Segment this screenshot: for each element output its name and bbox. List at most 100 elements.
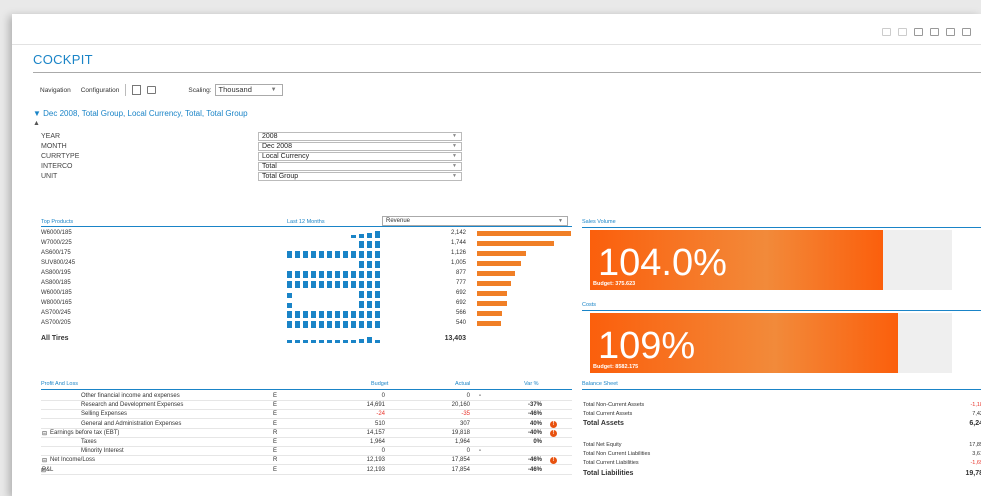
product-row[interactable]: AS600/175 1,126 [41,249,572,258]
trend-bar [351,340,356,343]
product-name: AS600/175 [41,250,71,256]
fullscreen-icon[interactable] [946,28,955,36]
pl-actual: 19,818 [451,429,470,436]
sales-volume-budget: Budget: 375.623 [593,281,636,287]
trend-bar [303,340,308,343]
filter-row: YEAR 2008 ▼ [41,131,462,141]
trend-bar [367,241,372,248]
scaling-select[interactable]: Thousand ▼ [214,84,283,96]
filter-select[interactable]: Dec 2008 ▼ [258,141,462,151]
pl-var: -46% [527,466,542,473]
pl-row[interactable]: Selling Expenses E -24 -35 -46% [41,410,572,420]
pl-type: E [273,439,278,445]
measure-select[interactable]: Revenue ▼ [382,216,568,226]
balance-row[interactable]: Total Assets 6,24 [583,419,981,428]
pl-label: Minority Interest [81,448,124,455]
product-row[interactable]: AS800/195 877 [41,269,572,278]
trend-bar [319,340,324,343]
balance-row[interactable]: Total Current Liabilities -1,69 [583,459,981,468]
pl-col-actual: Actual [455,381,471,387]
pl-row[interactable]: General and Administration Expenses E 51… [41,420,572,429]
pl-budget: 14,691 [366,402,385,409]
back-icon[interactable] [882,28,891,36]
product-row[interactable]: W6000/185 692 [41,289,572,298]
context-header[interactable]: ▼ Dec 2008, Total Group, Local Currency,… [33,109,248,118]
trend-bar [287,303,292,308]
pl-budget: 0 [381,448,385,455]
view-icon[interactable] [914,28,923,36]
trend-bar [367,321,372,328]
configuration-menu[interactable]: Configuration [81,87,120,94]
forward-icon[interactable] [898,28,907,36]
product-row[interactable]: AS800/185 777 [41,279,572,288]
product-row[interactable]: W8000/165 692 [41,299,572,308]
product-value: 2,142 [450,230,466,236]
balance-row[interactable]: Total Non-Current Assets -1,18 [583,401,981,410]
trend-bar [367,233,372,238]
sales-volume-tile[interactable]: 104.0% Budget: 375.623 [590,230,952,290]
pl-type: R [273,429,278,436]
filter-select[interactable]: Total ▼ [258,161,462,171]
trend-bar [311,251,316,258]
product-row[interactable]: SUV800/245 1,005 [41,259,572,268]
total-value: 13,403 [444,335,466,342]
filter-select[interactable]: 2008 ▼ [258,131,462,141]
pl-row[interactable]: Minority Interest E 0 0 - [41,447,572,457]
pl-row[interactable]: ⊟ Earnings before tax (EBT) R 14,157 19,… [41,429,572,438]
balance-row[interactable]: Total Current Assets 7,42 [583,410,981,419]
filter-value: Total Group [262,172,299,180]
trend-bar [319,271,324,278]
costs-label: Costs [582,302,597,308]
trend-bar [367,291,372,298]
pl-actual: 20,160 [451,402,470,409]
product-row[interactable]: AS700/205 540 [41,319,572,328]
pl-row[interactable]: ⊟ Net Income/Loss R 12,193 17,854 -46% ! [41,456,572,466]
trend-bar [311,271,316,278]
costs-tile[interactable]: 109% Budget: 8582.175 [590,313,952,373]
top-products-label: Top Products [41,219,74,225]
total-label: All Tires [41,335,69,342]
costs-header: Costs [582,302,981,311]
navigation-menu[interactable]: Navigation [40,87,71,94]
balance-row[interactable]: Total Non Current Liabilities 3,61 [583,450,981,459]
filter-select[interactable]: Total Group ▼ [258,171,462,181]
divider [12,44,981,45]
product-row[interactable]: AS700/245 566 [41,309,572,318]
trend-bar [359,251,364,258]
settings-icon[interactable] [962,28,971,36]
expand-up-icon[interactable]: ▲ [33,120,40,127]
pl-type: E [273,411,278,418]
product-name: W6000/185 [41,230,72,236]
pl-row[interactable]: ⊟ P&L E 12,193 17,854 -46% [41,466,572,475]
window-toolbar [882,28,971,36]
pl-row[interactable]: Other financial income and expenses E 0 … [41,392,572,401]
cockpit-toolbar: Navigation Configuration Scaling: Thousa… [40,84,283,96]
trend-bar [351,281,356,288]
product-value: 540 [455,320,466,326]
trend-bar [303,321,308,328]
trend-bar [335,281,340,288]
trend-bar [311,321,316,328]
trend-bar [335,271,340,278]
expand-icon[interactable]: ⊟ [42,457,47,464]
pl-row[interactable]: Research and Development Expenses E 14,6… [41,401,572,411]
balance-sheet-header: Balance Sheet [582,381,981,390]
balance-value: 3,61 [972,451,981,457]
product-row[interactable]: W7000/225 1,744 [41,239,572,248]
balance-row[interactable]: Total Liabilities 19,78 [583,469,981,478]
trend-bar [375,340,380,343]
trend-bar [367,261,372,268]
expand-icon[interactable]: ⊟ [42,430,47,437]
print-icon[interactable] [147,86,157,94]
grid-icon[interactable] [930,28,939,36]
balance-row[interactable]: Total Net Equity 17,85 [583,441,981,450]
collapse-icon[interactable]: ▼ [33,109,43,118]
pl-row[interactable]: Taxes E 1,964 1,964 0% [41,438,572,447]
filter-select[interactable]: Local Currency ▼ [258,151,462,161]
product-row[interactable]: W6000/185 2,142 [41,229,572,238]
export-icon[interactable] [132,85,142,95]
trend-bar [359,241,364,248]
measure-value: Revenue [386,218,411,224]
trend-sparkline [287,335,383,343]
trend-bar [303,311,308,318]
